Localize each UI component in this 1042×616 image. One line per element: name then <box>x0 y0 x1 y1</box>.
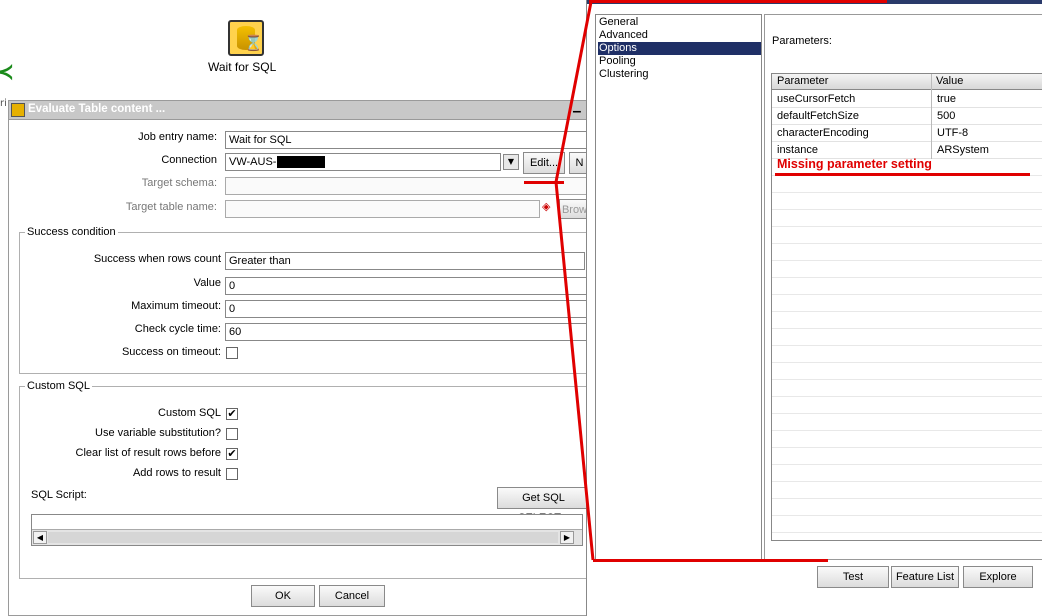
sql-script-label: SQL Script: <box>31 489 87 501</box>
job-entry-name-input[interactable]: Wait for SQL <box>225 131 589 149</box>
annotation-text: Missing parameter setting <box>777 157 932 171</box>
nav-item-pooling[interactable]: Pooling <box>598 55 761 68</box>
rows-count-select[interactable]: Greater than <box>225 252 585 270</box>
nav-item-general[interactable]: General <box>598 16 761 29</box>
value-input[interactable]: 0 <box>225 277 589 295</box>
parameters-label: Parameters: <box>772 35 832 47</box>
max-timeout-label: Maximum timeout: <box>131 300 221 312</box>
feature-list-button[interactable]: Feature List <box>891 566 959 588</box>
max-timeout-input[interactable]: 0 <box>225 300 589 318</box>
table-cell-param[interactable]: useCursorFetch <box>772 91 931 108</box>
dropdown-arrow-icon[interactable]: ▼ <box>503 154 519 170</box>
table-cell-param[interactable]: characterEncoding <box>772 125 931 142</box>
test-button[interactable]: Test <box>817 566 889 588</box>
connection-options-panel: General Advanced Options Pooling Cluster… <box>586 0 1042 616</box>
parameters-pane: Parameters: Parameter Value useCursorFet… <box>764 14 1042 560</box>
check-cycle-label: Check cycle time: <box>134 323 221 335</box>
scroll-left-icon[interactable]: ◀ <box>33 531 47 544</box>
ok-button[interactable]: OK <box>251 585 315 607</box>
annotation-top-line <box>589 0 887 3</box>
check-cycle-input[interactable]: 60 <box>225 323 589 341</box>
database-wait-icon[interactable] <box>228 20 264 56</box>
table-header: Parameter Value <box>772 74 1042 90</box>
connection-value: VW-AUS- <box>229 156 277 168</box>
callout-line-top <box>554 1 593 183</box>
nav-item-advanced[interactable]: Advanced <box>598 29 761 42</box>
parameters-table[interactable]: Parameter Value useCursorFetch true defa… <box>771 73 1042 541</box>
dialog-title-icon <box>11 103 25 117</box>
clear-list-checkbox[interactable]: ✔ <box>226 448 238 460</box>
connection-label: Connection <box>161 154 217 166</box>
success-on-timeout-label: Success on timeout: <box>121 346 221 358</box>
dialog-titlebar[interactable]: Evaluate Table content ... ▁ <box>9 101 587 120</box>
column-header-value[interactable]: Value <box>936 75 963 87</box>
table-cell-value[interactable]: true <box>932 91 1042 108</box>
annotation-callout-lines <box>554 1 595 561</box>
evaluate-table-dialog: Evaluate Table content ... ▁ Job entry n… <box>8 100 589 616</box>
options-nav-list: General Advanced Options Pooling Cluster… <box>595 14 762 560</box>
annotation-underline <box>775 173 1030 176</box>
job-entry-name-label: Job entry name: <box>138 131 217 143</box>
add-rows-checkbox[interactable] <box>226 468 238 480</box>
value-label: Value <box>193 277 221 289</box>
success-on-timeout-checkbox[interactable] <box>226 347 238 359</box>
custom-sql-legend: Custom SQL <box>25 380 92 392</box>
annotation-bottom-line <box>593 559 828 562</box>
custom-sql-checkbox[interactable]: ✔ <box>226 408 238 420</box>
table-cell-value[interactable]: ARSystem <box>932 142 1042 159</box>
target-schema-input[interactable] <box>225 177 589 195</box>
sql-script-editor[interactable]: ◀ ▶ <box>31 514 583 546</box>
success-condition-legend: Success condition <box>25 226 118 238</box>
checkmark-icon: ✔ <box>227 407 237 420</box>
rows-count-label: Success when rows count <box>93 253 221 265</box>
checkmark-icon: ✔ <box>227 447 237 460</box>
custom-sql-label: Custom SQL <box>158 407 221 419</box>
connection-select[interactable]: VW-AUS- <box>225 153 501 171</box>
redaction-block <box>277 156 325 168</box>
horizontal-scrollbar[interactable]: ◀ ▶ <box>32 529 582 545</box>
target-table-input[interactable] <box>225 200 540 218</box>
target-table-label: Target table name: <box>125 201 217 213</box>
explore-button[interactable]: Explore <box>963 566 1033 588</box>
dialog-title: Evaluate Table content ... <box>28 103 166 115</box>
callout-line-bottom <box>554 181 595 561</box>
scrollbar-track[interactable] <box>48 532 558 543</box>
clear-list-label: Clear list of result rows before <box>75 447 222 459</box>
nav-item-clustering[interactable]: Clustering <box>598 68 761 81</box>
table-cell-param[interactable]: defaultFetchSize <box>772 108 931 125</box>
add-rows-label: Add rows to result <box>132 467 221 479</box>
column-header-parameter[interactable]: Parameter <box>777 75 828 87</box>
nav-item-options[interactable]: Options <box>598 42 761 55</box>
hop-icon[interactable]: ≺ <box>0 58 14 88</box>
table-cell-value[interactable]: 500 <box>932 108 1042 125</box>
target-schema-label: Target schema: <box>141 177 217 189</box>
empty-table-rows[interactable] <box>772 159 1042 540</box>
var-sub-checkbox[interactable] <box>226 428 238 440</box>
var-sub-label: Use variable substitution? <box>95 427 221 439</box>
cancel-button[interactable]: Cancel <box>319 585 385 607</box>
job-entry-label: Wait for SQL <box>208 60 277 74</box>
table-cell-value[interactable]: UTF-8 <box>932 125 1042 142</box>
canvas-edge-mark: ri <box>0 98 7 109</box>
